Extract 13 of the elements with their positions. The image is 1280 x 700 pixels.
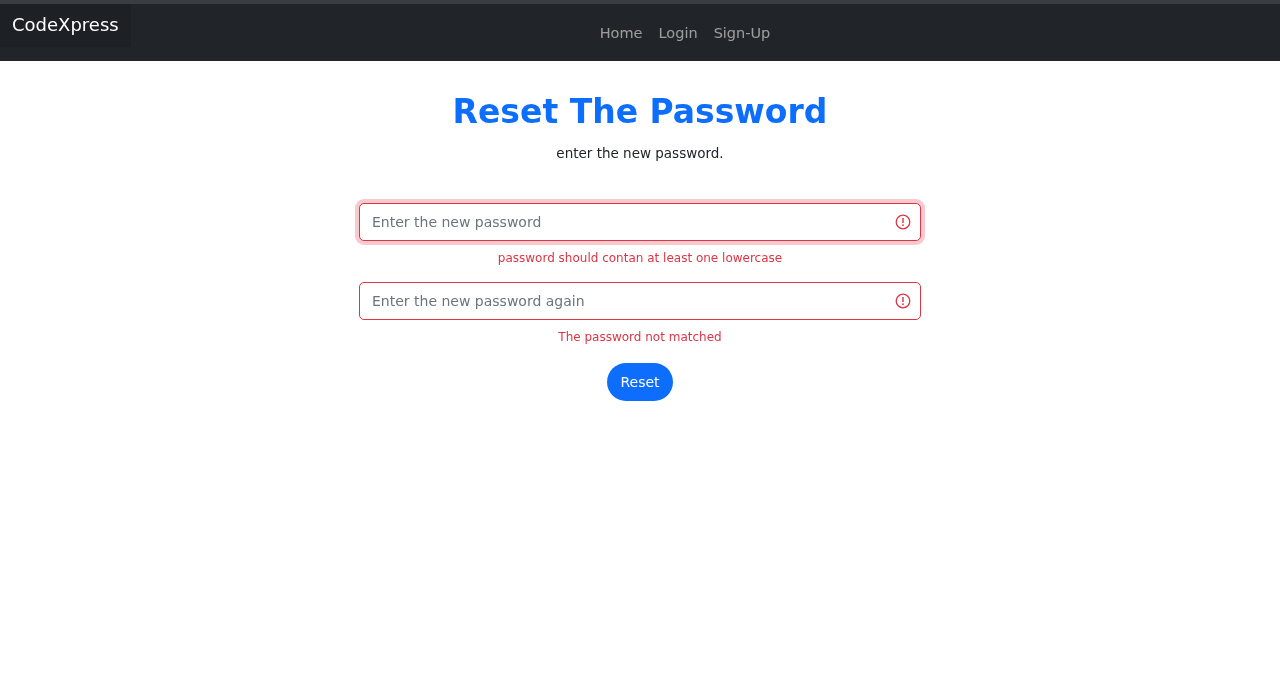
reset-button[interactable]: Reset — [607, 363, 673, 401]
error-message: password should contan at least one lowercase — [497, 251, 783, 265]
password-field[interactable]: Enter the new password — [359, 203, 921, 241]
error-message: The password not matched — [558, 330, 722, 344]
nav-link[interactable]: Home — [591, 24, 651, 41]
password-field[interactable]: Enter the new password again — [359, 282, 921, 320]
nav-link[interactable]: Sign-Up — [705, 24, 779, 41]
subtitle: enter the new password. — [556, 145, 724, 161]
nav-link[interactable]: Login — [650, 24, 706, 41]
brand-logo[interactable]: CodeXpress — [0, 4, 131, 47]
warning-icon — [895, 293, 911, 309]
page-title: Reset The Password — [452, 91, 828, 133]
warning-icon — [895, 214, 911, 230]
